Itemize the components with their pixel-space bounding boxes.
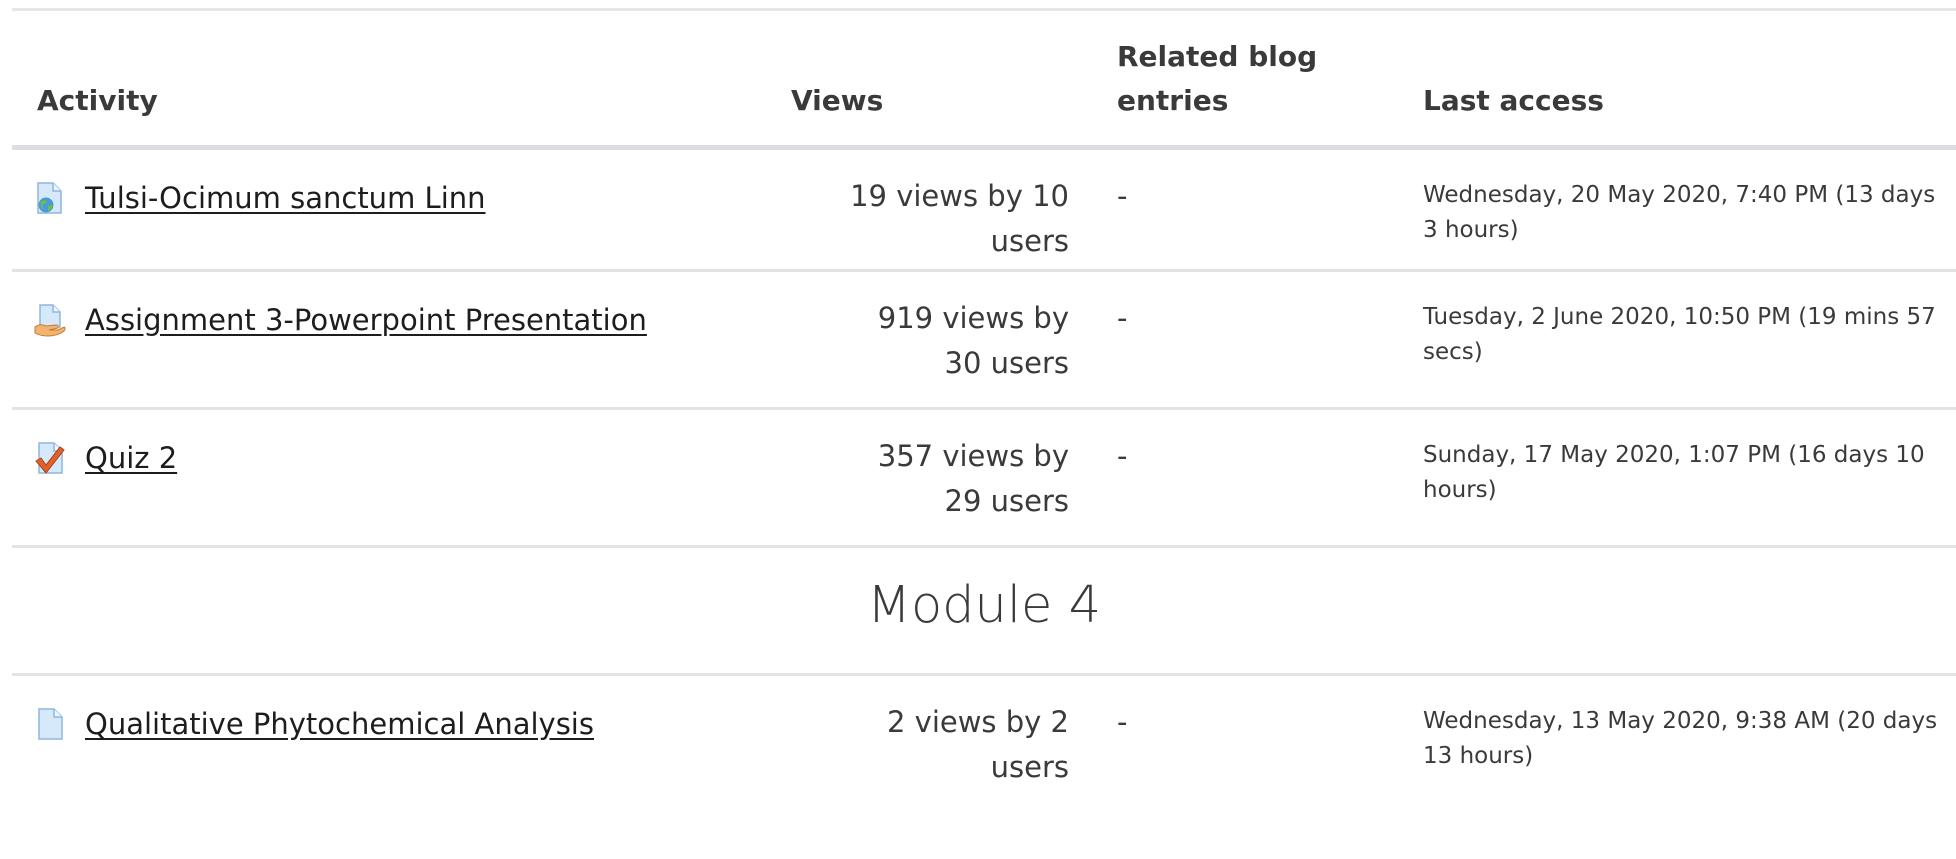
last-access-cell: Wednesday, 13 May 2020, 9:38 AM (20 days… bbox=[1423, 707, 1938, 769]
assignment-icon bbox=[34, 303, 66, 337]
column-header-last-access[interactable]: Last access bbox=[1375, 11, 1956, 150]
table-row: Assignment 3-Powerpoint Presentation 919… bbox=[12, 270, 1956, 410]
table-row: Quiz 2 357 views by 29 users - Sunday, 1… bbox=[12, 408, 1956, 548]
section-row: Module 4 bbox=[12, 546, 1956, 676]
table-row: Qualitative Phytochemical Analysis 2 vie… bbox=[12, 674, 1956, 790]
views-cell: 919 views by 30 users bbox=[767, 270, 1069, 410]
activity-link[interactable]: Assignment 3-Powerpoint Presentation bbox=[85, 303, 647, 337]
blog-entries-cell: - bbox=[1069, 147, 1375, 272]
activity-cell: Tulsi-Ocimum sanctum Linn bbox=[12, 147, 767, 272]
blog-entries-cell: - bbox=[1069, 270, 1375, 410]
column-header-views[interactable]: Views bbox=[767, 11, 1069, 150]
header-row: Activity Views Related blog entries Last… bbox=[12, 11, 1956, 150]
quiz-icon bbox=[34, 441, 66, 475]
table-row: Tulsi-Ocimum sanctum Linn 19 views by 10… bbox=[12, 147, 1956, 272]
section-title: Module 4 bbox=[12, 546, 1956, 676]
activity-cell: Qualitative Phytochemical Analysis bbox=[12, 674, 767, 790]
last-access-cell: Sunday, 17 May 2020, 1:07 PM (16 days 10… bbox=[1375, 408, 1956, 548]
views-cell: 357 views by 29 users bbox=[767, 408, 1069, 548]
views-cell: 2 views by 2 users bbox=[886, 704, 1069, 784]
last-access-cell: Wednesday, 20 May 2020, 7:40 PM (13 days… bbox=[1375, 147, 1956, 272]
activity-cell: Quiz 2 bbox=[12, 408, 767, 548]
last-access-cell: Tuesday, 2 June 2020, 10:50 PM (19 mins … bbox=[1375, 270, 1956, 410]
url-icon bbox=[34, 181, 66, 215]
column-header-related-blog-entries[interactable]: Related blog entries bbox=[1069, 11, 1375, 150]
page-icon bbox=[34, 707, 66, 741]
views-cell: 19 views by 10 users bbox=[767, 147, 1069, 272]
activity-link[interactable]: Quiz 2 bbox=[85, 441, 177, 475]
activity-link[interactable]: Qualitative Phytochemical Analysis bbox=[85, 707, 594, 741]
activity-cell: Assignment 3-Powerpoint Presentation bbox=[12, 270, 767, 410]
activity-report-table: Activity Views Related blog entries Last… bbox=[12, 11, 1956, 790]
blog-entries-cell: - bbox=[1117, 704, 1128, 739]
activity-report: Activity Views Related blog entries Last… bbox=[0, 0, 1956, 859]
activity-link[interactable]: Tulsi-Ocimum sanctum Linn bbox=[85, 181, 486, 215]
column-header-activity[interactable]: Activity bbox=[12, 11, 767, 150]
blog-entries-cell: - bbox=[1069, 408, 1375, 548]
